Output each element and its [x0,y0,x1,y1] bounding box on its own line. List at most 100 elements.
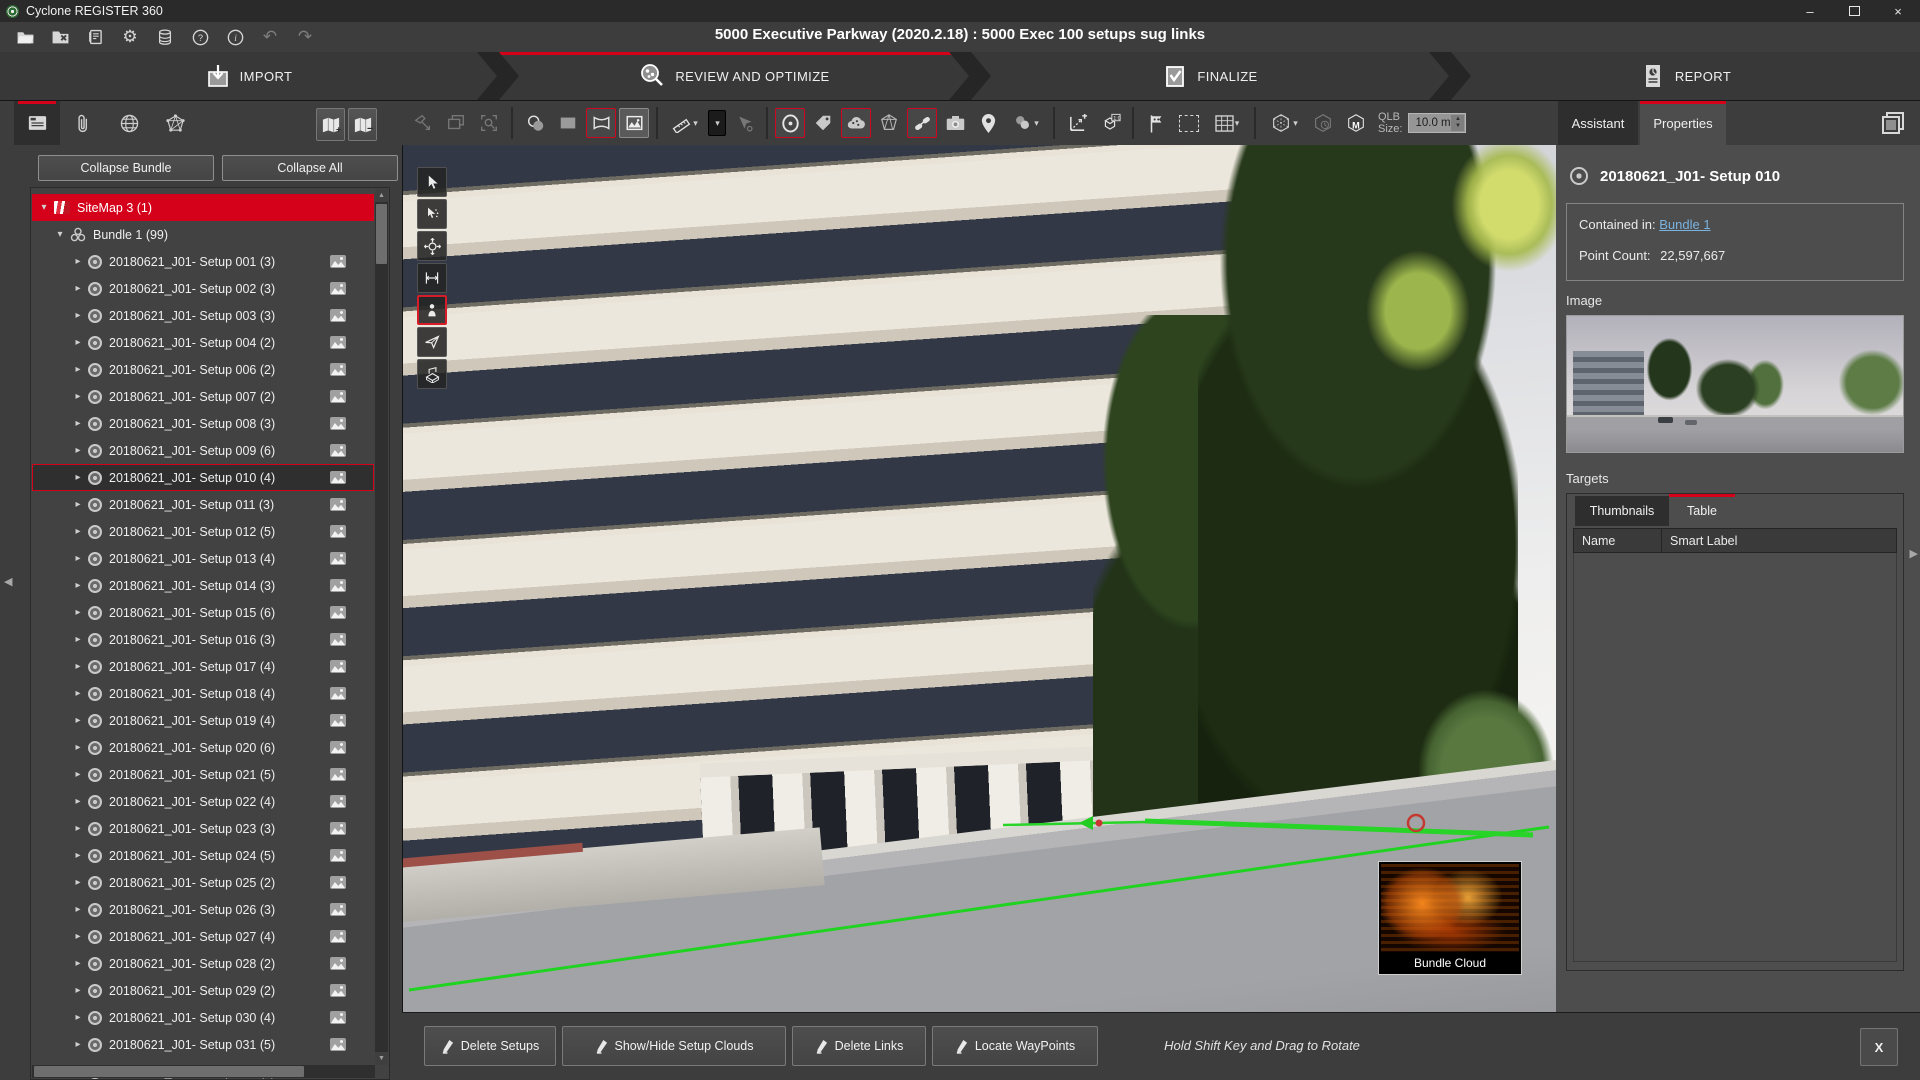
setup-image-badge-icon[interactable] [330,984,346,997]
setup-label[interactable]: 20180621_J01- Setup 014 (3) [109,579,275,593]
show-hide-setup-clouds-button[interactable]: Show/Hide Setup Clouds [562,1026,786,1066]
setup-image-badge-icon[interactable] [330,660,346,673]
setup-label[interactable]: 20180621_J01- Setup 019 (4) [109,714,275,728]
setup-image-badge-icon[interactable] [330,498,346,511]
setup-label[interactable]: 20180621_J01- Setup 031 (5) [109,1038,275,1052]
labels-visibility-icon[interactable] [808,108,838,138]
expander-icon[interactable]: ▸ [72,1039,84,1050]
setup-image-thumbnail[interactable] [1566,315,1904,453]
sidebar-tab-project-tree[interactable] [14,101,60,145]
pick-point-icon[interactable] [729,108,759,138]
tree-row-setup[interactable]: ▸ 20180621_J01- Setup 017 (4) [32,653,374,680]
setup-label[interactable]: 20180621_J01- Setup 004 (2) [109,336,275,350]
geometry-visibility-icon[interactable] [874,108,904,138]
waypoint-visibility-icon[interactable] [973,108,1003,138]
setup-image-badge-icon[interactable] [330,390,346,403]
setup-image-badge-icon[interactable] [330,741,346,754]
spinner-arrows-icon[interactable]: ▲▼ [1451,115,1464,131]
tree-row-setup[interactable]: ▸ 20180621_J01- Setup 030 (4) [32,1004,374,1031]
setup-image-badge-icon[interactable] [330,282,346,295]
expander-icon[interactable]: ▸ [72,337,84,348]
expander-icon[interactable]: ▸ [72,364,84,375]
tree-row-setup[interactable]: ▸ 20180621_J01- Setup 031 (5) [32,1031,374,1058]
setup-image-badge-icon[interactable] [330,822,346,835]
setup-image-badge-icon[interactable] [330,552,346,565]
tree-row-setup[interactable]: ▸ 20180621_J01- Setup 018 (4) [32,680,374,707]
close-mode-button[interactable]: X [1860,1028,1898,1066]
sidebar-tab-link-graph[interactable] [152,101,198,145]
grid-view-icon[interactable]: ▾ [1207,108,1247,138]
setup-label[interactable]: 20180621_J01- Setup 013 (4) [109,552,275,566]
expander-icon[interactable]: ▸ [72,283,84,294]
tab-report[interactable]: REPORT [1451,52,1920,100]
bundle-link[interactable]: Bundle 1 [1659,217,1710,232]
viewport-3d-scene[interactable]: Bundle Cloud [402,145,1556,1012]
tree-row-setup[interactable]: ▸ 20180621_J01- Setup 016 (3) [32,626,374,653]
setup-label[interactable]: 20180621_J01- Setup 025 (2) [109,876,275,890]
tree-row-sitemap[interactable]: ▾ SiteMap 3 (1) [32,194,374,221]
collapse-panel-right-icon[interactable]: ▶ [1910,547,1918,560]
setup-image-badge-icon[interactable] [330,957,346,970]
scroll-down-icon[interactable]: ▼ [375,1052,388,1065]
setup-image-badge-icon[interactable] [330,525,346,538]
tree-row-setup[interactable]: ▸ 20180621_J01- Setup 027 (4) [32,923,374,950]
expander-icon[interactable]: ▸ [72,850,84,861]
setup-image-badge-icon[interactable] [330,444,346,457]
select-cursor-tool[interactable] [417,167,447,197]
measure-tool[interactable] [417,263,447,293]
tree-horizontal-scrollbar[interactable] [32,1065,375,1078]
sidebar-tab-attachments[interactable] [60,101,106,145]
setup-image-badge-icon[interactable] [330,417,346,430]
orbit-tool[interactable] [417,231,447,261]
panorama-view-icon[interactable] [586,108,616,138]
setup-image-badge-icon[interactable] [330,1011,346,1024]
setup-label[interactable]: 20180621_J01- Setup 007 (2) [109,390,275,404]
setup-label[interactable]: 20180621_J01- Setup 008 (3) [109,417,275,431]
setup-label[interactable]: 20180621_J01- Setup 003 (3) [109,309,275,323]
scrollbar-thumb[interactable] [34,1066,304,1077]
expander-icon[interactable]: ▸ [72,715,84,726]
close-button[interactable]: × [1876,0,1920,22]
expander-icon[interactable]: ▸ [72,742,84,753]
setup-label[interactable]: 20180621_J01- Setup 023 (3) [109,822,275,836]
panel-layout-icon[interactable] [1878,109,1908,139]
tree-row-setup[interactable]: ▸ 20180621_J01- Setup 006 (2) [32,356,374,383]
column-header-name[interactable]: Name [1574,529,1662,552]
color-mode-icon[interactable] [520,108,550,138]
setup-image-badge-icon[interactable] [330,1038,346,1051]
collapse-panel-left-icon[interactable]: ◀ [4,575,12,588]
minimize-button[interactable]: – [1788,0,1832,22]
image-view-icon[interactable] [619,108,649,138]
sitemap-label[interactable]: SiteMap 3 (1) [77,201,152,215]
links-visibility-icon[interactable] [907,108,937,138]
scrollbar-thumb[interactable] [376,204,387,264]
tree-row-bundle[interactable]: ▾ Bundle 1 (99) [32,221,374,248]
expander-icon[interactable]: ▸ [72,580,84,591]
tree-row-setup[interactable]: ▸ 20180621_J01- Setup 002 (3) [32,275,374,302]
collapse-all-button[interactable]: Collapse All [222,155,398,181]
expander-icon[interactable]: ▸ [72,688,84,699]
setup-label[interactable]: 20180621_J01- Setup 028 (2) [109,957,275,971]
setup-image-badge-icon[interactable] [330,363,346,376]
move-setup-icon[interactable] [1062,108,1092,138]
tab-review-and-optimize[interactable]: REVIEW AND OPTIMIZE [499,52,969,100]
setup-image-badge-icon[interactable] [330,336,346,349]
setup-label[interactable]: 20180621_J01- Setup 021 (5) [109,768,275,782]
limit-box-manager-icon[interactable]: M [1341,108,1371,138]
tree-row-setup[interactable]: ▸ 20180621_J01- Setup 024 (5) [32,842,374,869]
expander-icon[interactable]: ▸ [72,445,84,456]
expander-icon[interactable]: ▸ [72,418,84,429]
expander-icon[interactable]: ▸ [72,904,84,915]
tab-finalize[interactable]: FINALIZE [971,52,1449,100]
expander-icon[interactable]: ▸ [72,607,84,618]
tree-row-setup[interactable]: ▸ 20180621_J01- Setup 015 (6) [32,599,374,626]
tree-row-setup[interactable]: ▸ 20180621_J01- Setup 028 (2) [32,950,374,977]
maximize-button[interactable] [1832,0,1876,22]
setup-image-badge-icon[interactable] [330,930,346,943]
column-header-smart-label[interactable]: Smart Label [1662,534,1737,548]
qlb-size-spinner[interactable]: 10.0 m ▲▼ [1408,113,1466,133]
multi-select-cursor-tool[interactable] [417,199,447,229]
expander-icon[interactable]: ▸ [72,472,84,483]
setup-image-badge-icon[interactable] [330,687,346,700]
add-sitemap-button[interactable]: + [316,108,345,141]
